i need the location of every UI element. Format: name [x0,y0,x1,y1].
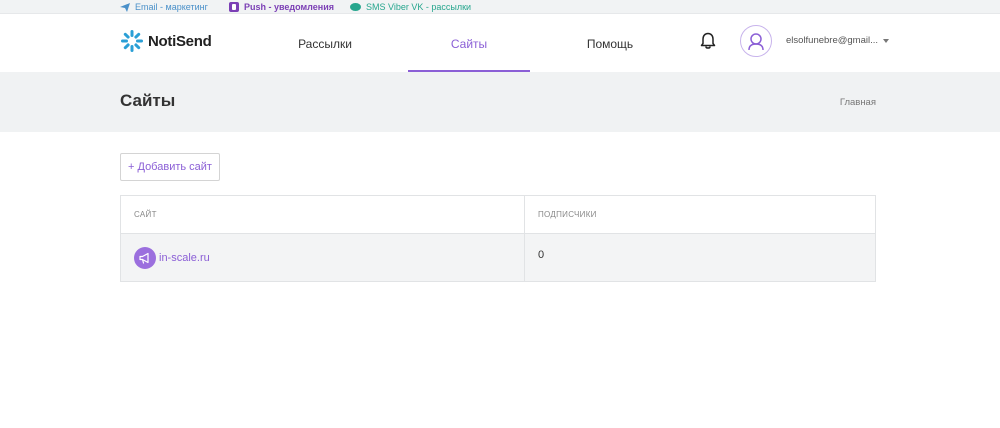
user-email-label: elsolfunebre@gmail... [786,35,879,46]
sms-link[interactable]: SMS Viber VK - рассылки [350,0,471,14]
site-cell: in-scale.ru [121,234,525,281]
page-header: Сайты Главная [0,72,1000,132]
bell-icon [700,32,716,49]
chat-bubble-icon [350,2,361,11]
paper-plane-icon [120,2,130,12]
breadcrumb[interactable]: Главная [840,97,876,108]
nav-help[interactable]: Помощь [555,15,665,72]
email-marketing-link[interactable]: Email - маркетинг [120,0,208,14]
push-notifications-link[interactable]: Push - уведомления [229,0,334,14]
table-row: in-scale.ru 0 [121,234,875,281]
push-icon [229,2,239,12]
megaphone-icon [134,246,156,269]
sites-table: сайт подписчики in-scale.ru 0 [120,195,876,282]
notifications-button[interactable] [700,32,716,55]
main-header: NotiSend Рассылки Сайты Помощь elsolfune… [0,15,1000,72]
push-notifications-label: Push - уведомления [244,2,334,12]
page-title: Сайты [120,91,176,110]
user-menu[interactable]: elsolfunebre@gmail... [786,35,890,46]
avatar[interactable] [740,25,772,57]
table-header: сайт подписчики [121,196,875,234]
chevron-down-icon [883,38,890,43]
logo-text: NotiSend [148,32,212,50]
product-switcher-bar: Email - маркетинг Push - уведомления SMS… [0,0,1000,14]
email-marketing-label: Email - маркетинг [135,2,208,12]
subscribers-cell: 0 [538,249,545,261]
site-link[interactable]: in-scale.ru [159,252,210,264]
nav-sites[interactable]: Сайты [408,15,530,72]
column-header-site: сайт [121,196,525,233]
user-icon [748,33,764,51]
sms-label: SMS Viber VK - рассылки [366,2,472,12]
logo-icon [121,30,143,52]
logo[interactable]: NotiSend [120,29,212,53]
add-site-button[interactable]: + Добавить сайт [120,153,220,181]
nav-mailings[interactable]: Рассылки [270,15,380,72]
column-header-subscribers: подписчики [538,210,597,219]
